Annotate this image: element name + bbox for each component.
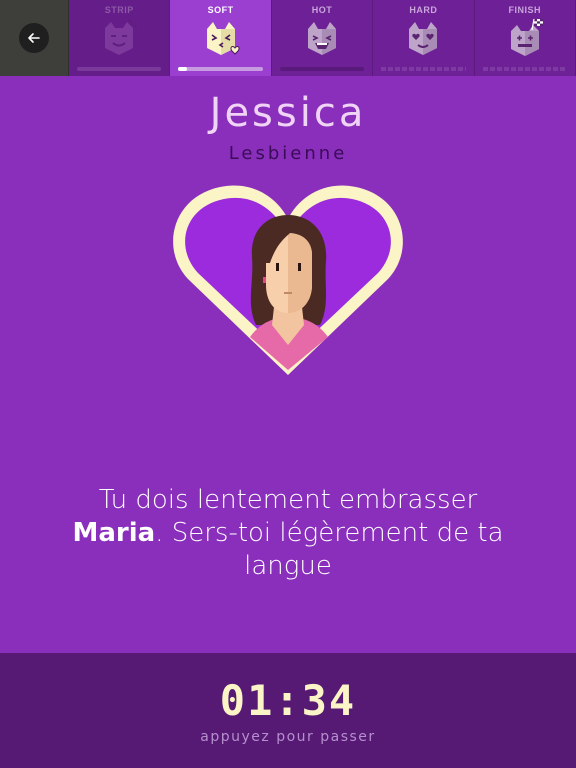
tab-finish[interactable]: FINISH — [474, 0, 576, 76]
finish-flag-cat-icon — [510, 18, 543, 56]
kissing-cat-icon — [206, 22, 240, 55]
strip-cat-icon — [105, 19, 138, 55]
skip-hint: appuyez pour passer — [200, 729, 376, 745]
tab-label: SOFT — [207, 5, 234, 15]
heart-avatar-frame — [173, 185, 403, 375]
tab-label: STRIP — [104, 5, 134, 15]
tab-progress — [279, 67, 365, 71]
challenge-instruction: Tu dois lentement embrasser Maria. Sers-… — [60, 484, 516, 583]
tab-progress — [77, 67, 162, 71]
tab-progress — [381, 67, 466, 71]
level-tabs-bar: STRIP SOFT HOT HARD FINISH — [0, 0, 576, 76]
tab-hard[interactable]: HARD — [373, 0, 475, 76]
tab-strip[interactable]: STRIP — [69, 0, 171, 76]
tab-label: HARD — [409, 5, 438, 15]
tab-progress-fill — [77, 67, 162, 71]
back-button[interactable] — [19, 23, 49, 53]
player-orientation: Lesbienne — [228, 143, 348, 164]
player-name: Jessica — [209, 90, 367, 136]
tab-progress — [482, 67, 567, 71]
tab-soft[interactable]: SOFT — [170, 0, 272, 76]
heart-eyes-cat-icon — [409, 22, 438, 55]
grinning-cat-icon — [307, 22, 336, 55]
partner-name: Maria — [72, 518, 156, 548]
tab-label: FINISH — [508, 5, 542, 15]
back-button-area[interactable] — [0, 0, 69, 76]
tab-hot[interactable]: HOT — [271, 0, 374, 76]
tab-label: HOT — [311, 5, 333, 15]
instruction-text-before: Tu dois lentement embrasser — [98, 485, 478, 515]
instruction-text-after: . Sers-toi légèrement de ta langue — [155, 518, 504, 581]
countdown-timer[interactable]: 01:34 — [0, 676, 576, 725]
tab-progress-fill — [178, 67, 187, 71]
arrow-left-icon — [28, 33, 40, 43]
tab-progress — [178, 67, 263, 71]
